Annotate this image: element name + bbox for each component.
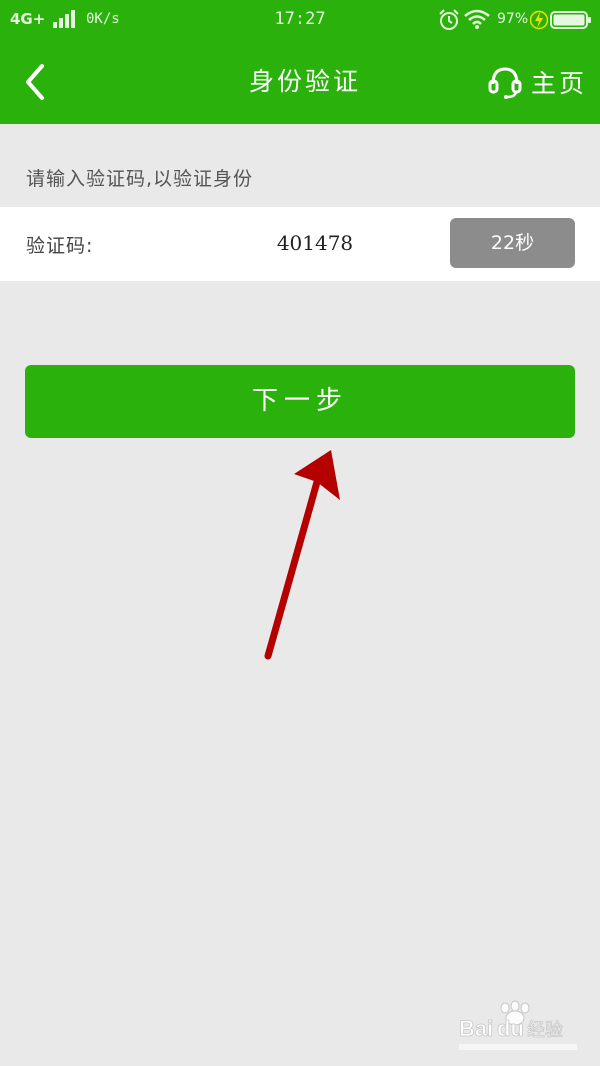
code-row: 验证码: 401478 22秒	[0, 207, 600, 281]
svg-text:Bai: Bai	[459, 1016, 493, 1041]
baidu-jingyan-watermark-icon: Bai du 经验	[459, 1000, 577, 1050]
home-label: 主页	[531, 69, 588, 98]
alarm-clock-icon	[439, 9, 459, 30]
svg-text:du: du	[497, 1016, 524, 1041]
status-bar: 4G+ 0K/s 17:27 97%	[0, 0, 600, 40]
svg-text:经验: 经验	[527, 1020, 563, 1041]
app-header: 4G+ 0K/s 17:27 97% 身份验证 主页	[0, 0, 600, 124]
resend-countdown-button[interactable]: 22秒	[450, 218, 575, 268]
wifi-icon	[464, 9, 490, 29]
verify-hint: 请输入验证码,以验证身份	[26, 168, 254, 190]
headset-icon	[488, 67, 522, 99]
code-input[interactable]: 401478	[240, 231, 390, 255]
battery-percent: 97%	[497, 11, 529, 27]
home-button[interactable]: 主页	[487, 62, 593, 102]
code-label: 验证码:	[26, 235, 94, 257]
next-step-button[interactable]: 下一步	[25, 365, 575, 438]
annotation-arrow-icon	[264, 450, 340, 660]
battery-icon	[550, 11, 591, 29]
lightning-icon	[530, 10, 548, 30]
